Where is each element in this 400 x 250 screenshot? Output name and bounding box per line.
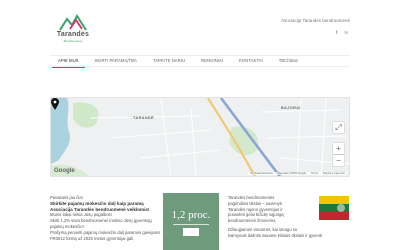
map-canvas <box>51 98 349 176</box>
donation-line: Skirti 1,2% savo bendruomenei metinio Jū… <box>50 218 152 229</box>
facebook-icon[interactable]: f <box>336 30 338 36</box>
nav-item-tbchitras[interactable]: TBChitras <box>271 55 306 67</box>
location-map[interactable]: TARANDĖ BAJORAI ⤢ + − Google Keyboard sh… <box>50 97 350 177</box>
nav-item-skirti-parama[interactable]: SKIRTI PARAMĄ/TBA <box>87 55 145 67</box>
location-pin-icon[interactable] <box>51 98 59 110</box>
zoom-out-button[interactable]: − <box>333 155 344 166</box>
google-logo: Google <box>54 168 75 174</box>
donation-text: Pavasaris jau čia! Skirkite pajamų mokes… <box>50 195 162 241</box>
card-logo <box>183 228 199 236</box>
fullscreen-icon[interactable]: ⤢ <box>333 122 344 133</box>
lithuania-flag-image <box>319 196 349 220</box>
logo-subtitle: Bendruomenė <box>63 39 83 43</box>
email-icon[interactable]: ✉ <box>344 30 348 36</box>
divider <box>173 224 209 225</box>
about-line: kaimynais dalintis savame kilniais tiksl… <box>228 232 323 238</box>
donation-headline: Skirkite pajamų mokesčio dalį kaip param… <box>50 200 150 212</box>
keyboard-shortcuts-link[interactable]: Keyboard shortcuts <box>250 172 272 175</box>
nav-item-kontaktai[interactable]: KONTAKTAI <box>231 55 271 67</box>
site-tagline: Asociacija Tarandės bendruomenė <box>281 18 350 23</box>
social-links: f ✉ <box>336 30 348 36</box>
map-data-credit: Map data ©2025 Google <box>277 172 307 175</box>
nav-item-apie-mus[interactable]: APIE MUS <box>50 55 87 68</box>
map-footer: Keyboard shortcuts Map data ©2025 Google… <box>248 172 347 175</box>
report-map-error-link[interactable]: Report a map error <box>323 172 345 175</box>
map-label-bajorai: BAJORAI <box>281 106 301 110</box>
zoom-in-button[interactable]: + <box>333 143 344 154</box>
logo-title: Tarandės <box>56 31 90 38</box>
donation-line: Prašymą pervesti pajamų mokesčio dalį pa… <box>50 229 161 241</box>
nav-item-renginiai[interactable]: RENGINIAI <box>193 55 231 67</box>
nav-item-tapkite-nariu[interactable]: TAPKITE NARIU <box>145 55 193 67</box>
terms-link[interactable]: Terms <box>311 172 318 175</box>
donation-percent: 1,2 proc. <box>171 209 211 221</box>
map-label-tarande: TARANDĖ <box>133 116 155 120</box>
main-nav: APIE MUS SKIRTI PARAMĄ/TBA TAPKITE NARIU… <box>50 55 350 68</box>
donation-card[interactable]: 1,2 proc. <box>163 193 219 250</box>
